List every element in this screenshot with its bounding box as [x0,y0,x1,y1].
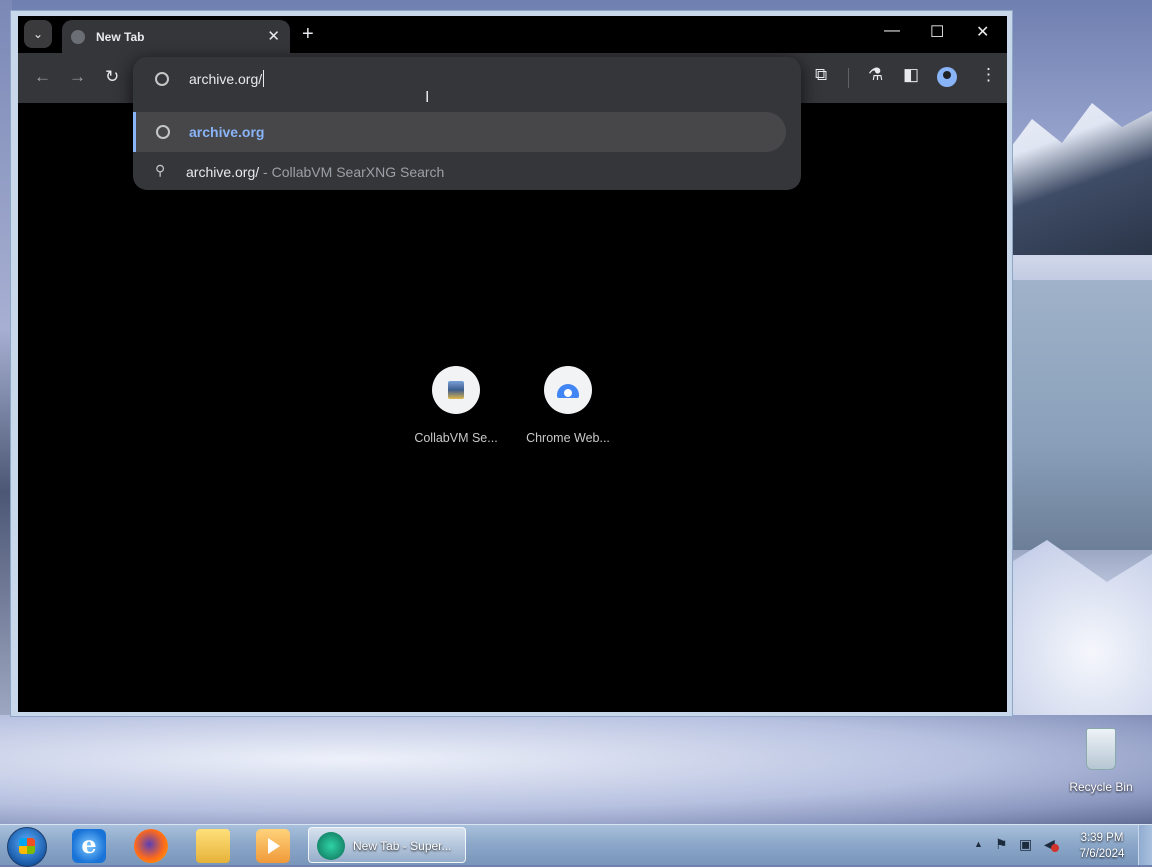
reload-button[interactable]: ↻ [105,67,119,87]
ibeam-cursor-icon: I [425,89,430,106]
menu-kebab-icon[interactable]: ⋮ [980,65,997,85]
address-bar-input[interactable] [189,68,749,90]
muted-indicator-icon [1051,844,1059,852]
recycle-bin[interactable]: Recycle Bin [1066,728,1136,794]
shortcut-icon-circle [544,366,592,414]
tab-new-tab[interactable]: New Tab ✕ [62,20,290,53]
tab-title: New Tab [96,30,145,44]
clock-date: 7/6/2024 [1079,848,1125,860]
wallpaper-water [1002,280,1152,550]
show-desktop-button[interactable] [1138,825,1152,865]
browser-frame: ⌄ New Tab ✕ + — ☐ ✕ ← → ↻ ⧉ ⚗ ◧ ⋮ Collab… [18,16,1007,712]
wallpaper-bottom [0,715,1152,825]
close-tab-icon[interactable]: ✕ [267,27,280,45]
globe-icon [155,72,169,86]
search-query: archive.org/ [186,164,260,180]
tab-search-button[interactable]: ⌄ [24,20,52,48]
suggestion-url: archive.org [189,124,265,140]
minimize-button[interactable]: — [884,22,900,40]
close-window-button[interactable]: ✕ [976,22,989,42]
taskbar: e New Tab - Super... ▲ ⚑ ▣ ◀ 3:39 PM 7/6… [0,824,1152,867]
file-explorer-icon[interactable] [196,829,230,863]
supermium-icon [317,832,345,860]
suggestion-search[interactable]: ⚲ archive.org/ - CollabVM SearXNG Search [133,152,786,192]
chevron-down-icon: ⌄ [32,27,44,41]
network-icon[interactable]: ▣ [1019,836,1032,853]
toolbar-divider [848,68,849,88]
shortcut-chrome-web-store[interactable]: Chrome Web... [513,366,623,445]
taskbar-active-window[interactable]: New Tab - Super... [308,827,466,863]
clock-time: 3:39 PM [1080,832,1124,844]
recycle-bin-label: Recycle Bin [1069,780,1133,794]
new-tab-button[interactable]: + [302,24,314,44]
globe-icon [156,125,170,139]
recycle-bin-icon [1086,728,1116,770]
search-icon: ⚲ [155,162,166,178]
collabvm-icon [448,381,464,399]
desktop-wallpaper [1002,0,1152,820]
labs-flask-icon[interactable]: ⚗ [868,65,883,85]
action-center-flag-icon[interactable]: ⚑ [995,836,1008,853]
text-caret [263,70,264,87]
tab-strip: ⌄ New Tab ✕ + — ☐ ✕ [18,16,1007,53]
side-panel-icon[interactable]: ◧ [903,65,919,85]
shortcut-collabvm[interactable]: CollabVM Se... [401,366,511,445]
shortcut-label: CollabVM Se... [414,431,498,445]
suggestion-archive-org[interactable]: archive.org [133,112,786,152]
globe-icon [71,30,85,44]
shortcut-icon-circle [432,366,480,414]
internet-explorer-icon[interactable]: e [72,829,106,863]
search-engine-name: CollabVM SearXNG Search [271,164,445,180]
chrome-web-store-icon [557,384,579,398]
start-button[interactable] [7,827,47,867]
firefox-icon[interactable] [134,829,168,863]
taskbar-window-label: New Tab - Super... [353,839,452,853]
extensions-icon[interactable]: ⧉ [815,65,827,85]
search-separator: - [263,164,268,180]
media-player-icon[interactable] [256,829,290,863]
forward-button[interactable]: → [69,67,86,87]
taskbar-clock[interactable]: 3:39 PM 7/6/2024 [1070,830,1134,862]
browser-window: ⌄ New Tab ✕ + — ☐ ✕ ← → ↻ ⧉ ⚗ ◧ ⋮ Collab… [10,10,1013,717]
show-hidden-icons-icon[interactable]: ▲ [974,839,983,849]
shortcut-label: Chrome Web... [526,431,610,445]
back-button[interactable]: ← [34,67,51,87]
suggestion-search-text: archive.org/ - CollabVM SearXNG Search [186,164,444,180]
profile-avatar-icon[interactable] [937,67,957,87]
maximize-button[interactable]: ☐ [930,22,944,42]
wallpaper-mountain [1002,103,1152,255]
omnibox-dropdown: archive.org ⚲ archive.org/ - CollabVM Se… [133,57,801,190]
